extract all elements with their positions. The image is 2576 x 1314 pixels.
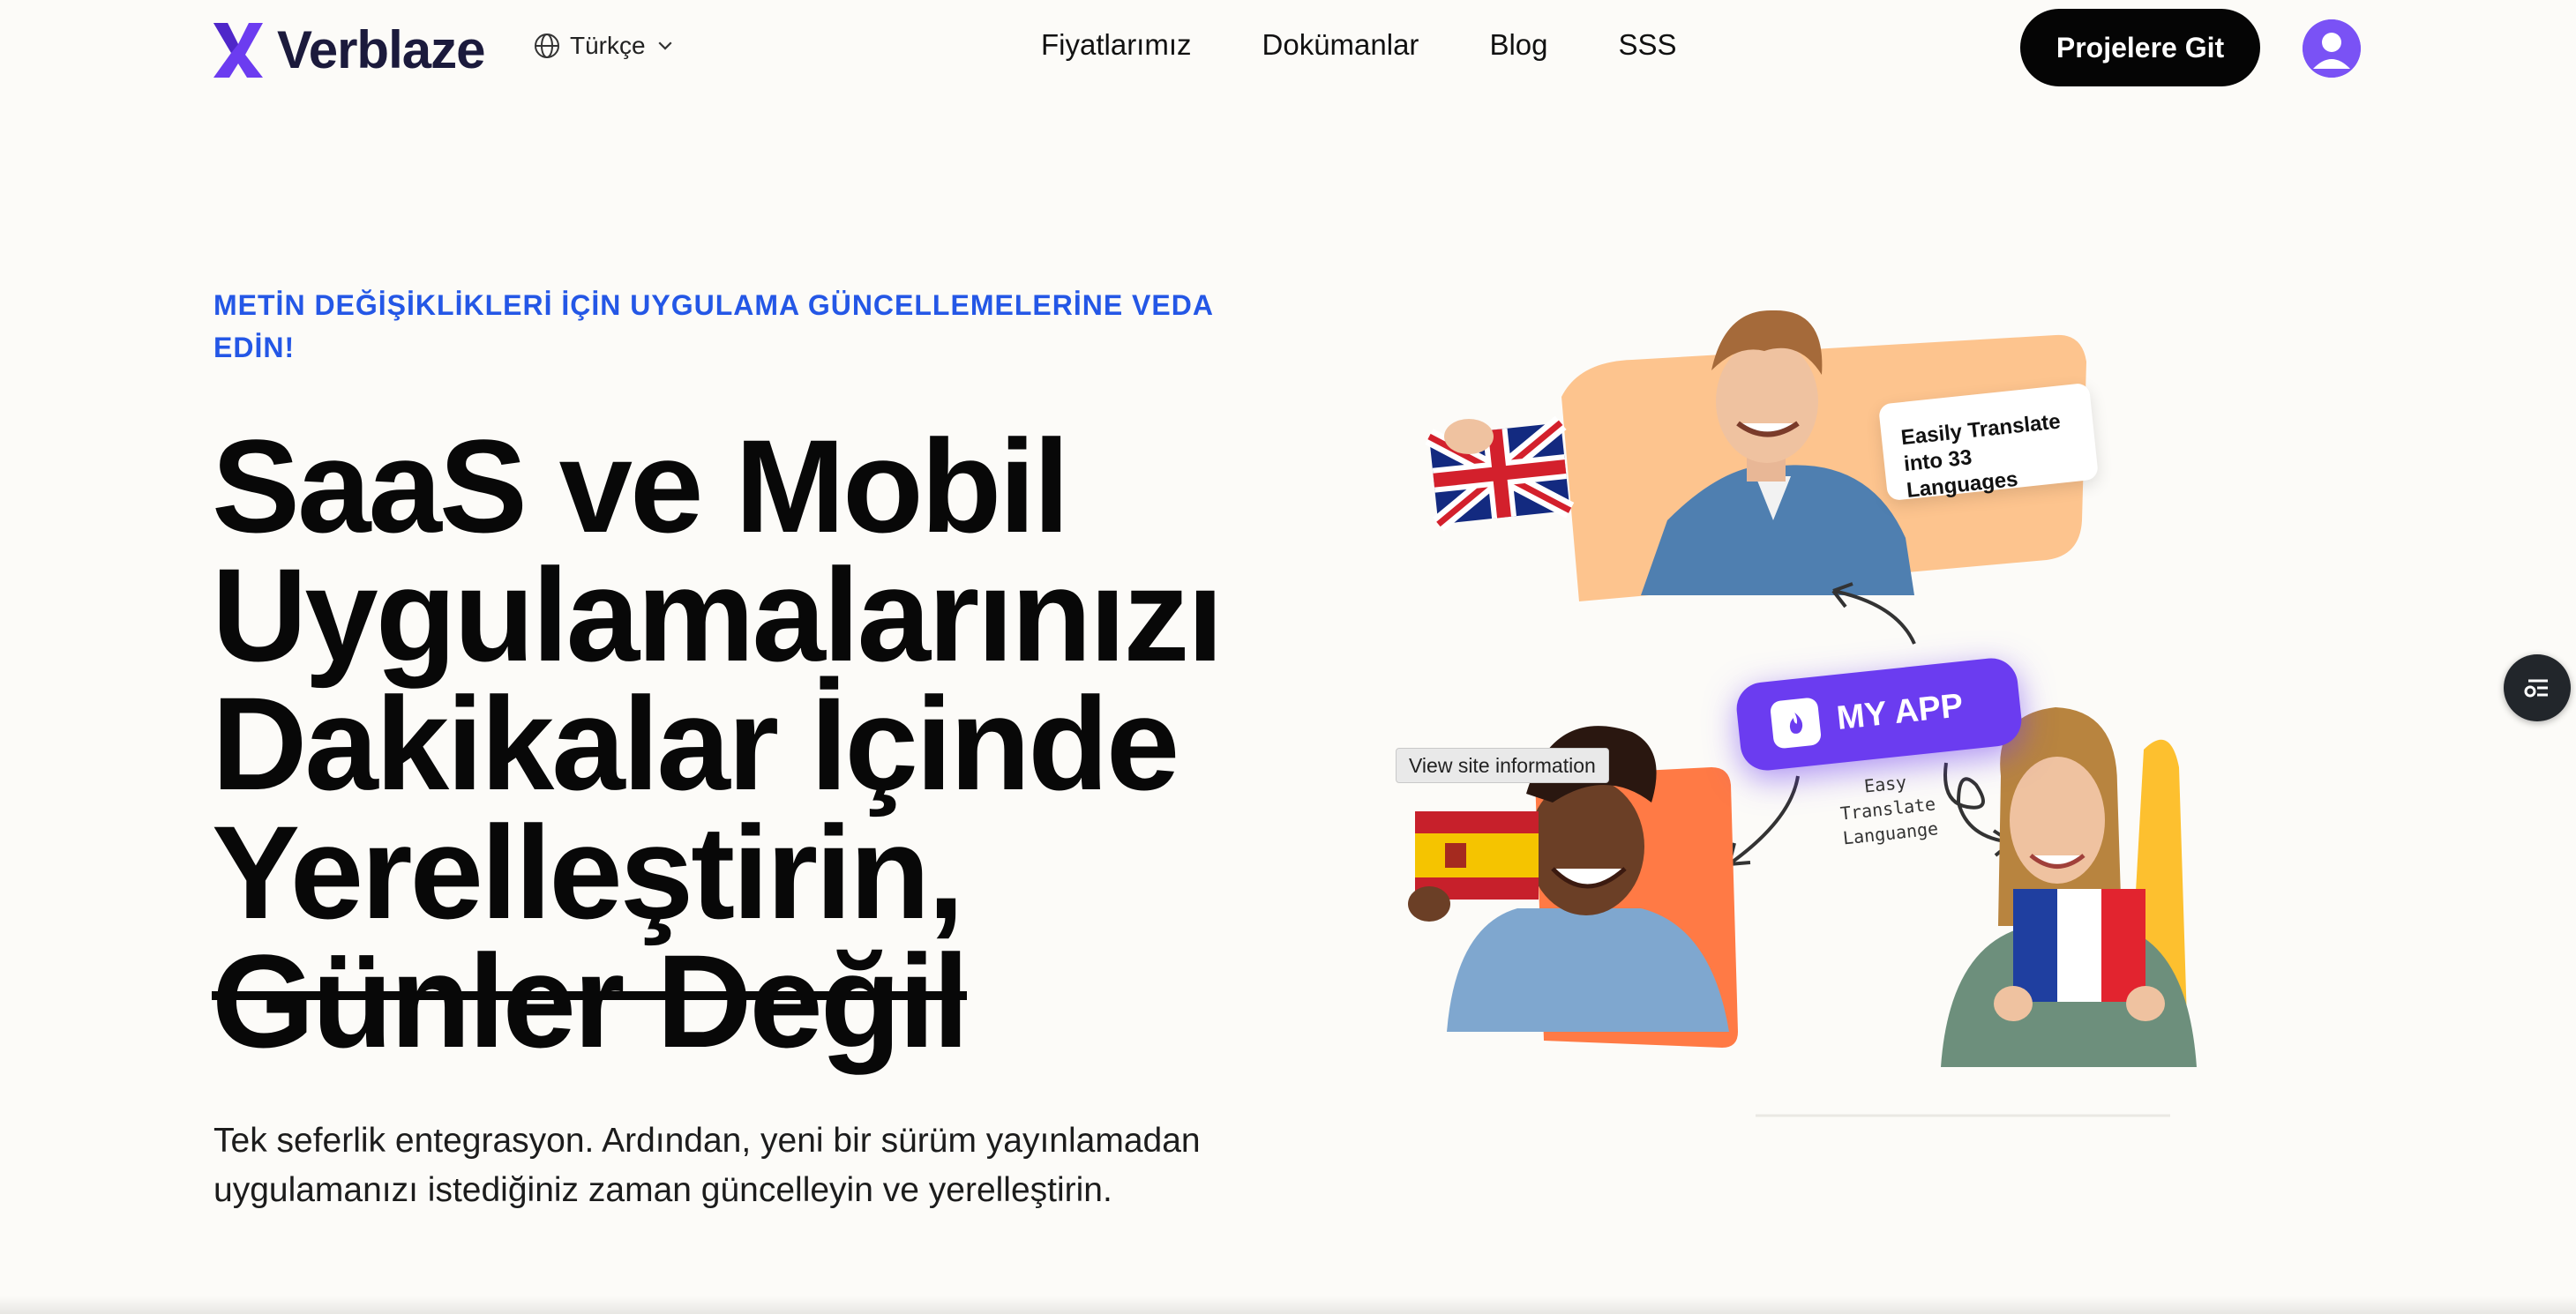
list-settings-icon: [2524, 679, 2548, 698]
my-app-label: MY APP: [1835, 686, 1966, 737]
handwritten-note: Easy Translate Languange: [1838, 771, 1940, 849]
france-flag-icon: [2013, 889, 2145, 1002]
nav-blog[interactable]: Blog: [1489, 28, 1547, 62]
user-avatar[interactable]: [2303, 19, 2361, 78]
arrow-up: [1832, 589, 1916, 645]
globe-icon: [535, 34, 559, 58]
spain-flag-icon: [1415, 811, 1539, 900]
user-avatar-icon: [2303, 19, 2361, 78]
flame-icon: [1769, 697, 1823, 750]
page-bottom-shadow: [0, 1296, 2576, 1314]
arrow-left: [1727, 775, 1800, 866]
hero-headline: SaaS ve Mobil Uygulamalarınızı Dakikalar…: [212, 412, 1323, 1075]
headline-line-3: Dakikalar İçinde: [212, 669, 1179, 818]
hero-subtitle: Tek seferlik entegrasyon. Ardından, yeni…: [213, 1122, 1201, 1209]
nav-pricing[interactable]: Fiyatlarımız: [1041, 28, 1192, 62]
chevron-down-icon: [658, 41, 672, 50]
nav-docs[interactable]: Dokümanlar: [1262, 28, 1419, 62]
main-nav: Fiyatlarımız Dokümanlar Blog SSS: [1041, 28, 1677, 62]
headline-line-1: SaaS ve Mobil: [212, 412, 1070, 560]
language-selector[interactable]: Türkçe: [533, 32, 676, 60]
hero-eyebrow: METİN DEĞİŞİKLİKLERİ İÇİN UYGULAMA GÜNCE…: [213, 289, 1213, 363]
headline-line-2: Uygulamalarınızı: [212, 541, 1224, 689]
headline-strikethrough: Günler Değil: [212, 927, 970, 1075]
nav-faq[interactable]: SSS: [1619, 28, 1677, 62]
floating-settings-button[interactable]: [2504, 654, 2571, 721]
hero-illustration: Easily Translate into 33 Languages MY AP…: [1376, 256, 2276, 1120]
go-to-projects-button[interactable]: Projelere Git: [2020, 9, 2260, 86]
logo[interactable]: Verblaze: [212, 19, 485, 80]
headline-line-4: Yerelleştirin,: [212, 798, 964, 946]
site-header: Verblaze Türkçe Fiyatlarımız Dokümanlar …: [0, 0, 2576, 97]
verblaze-logo-icon: [213, 22, 263, 78]
language-label: Türkçe: [570, 32, 646, 59]
site-info-tooltip: View site information: [1396, 748, 1609, 783]
logo-text: Verblaze: [277, 20, 485, 79]
